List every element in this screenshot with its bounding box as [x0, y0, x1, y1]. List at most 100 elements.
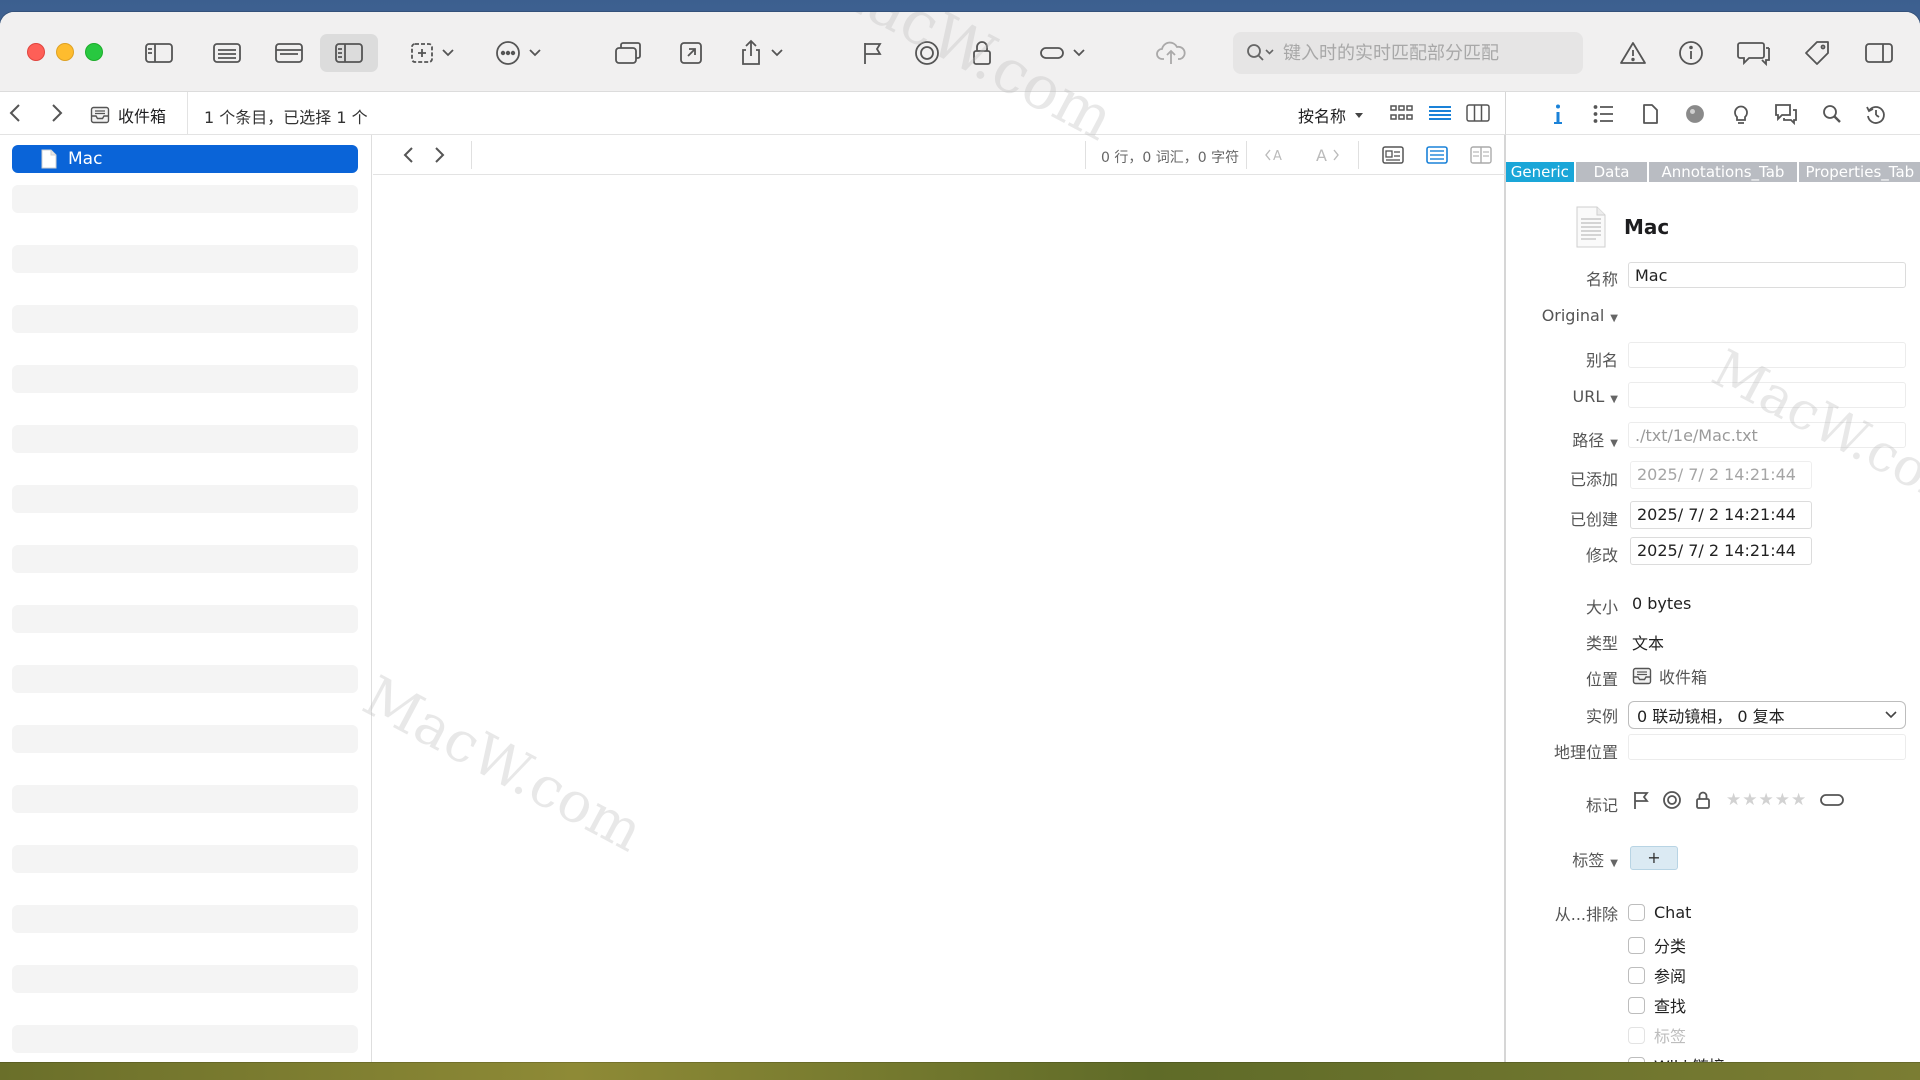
- text-mode-button[interactable]: [1425, 145, 1449, 165]
- name-field[interactable]: [1628, 262, 1906, 288]
- svg-text:A: A: [1316, 146, 1327, 165]
- exclude-option-label: 参阅: [1654, 967, 1687, 986]
- inspector-see-also-tab[interactable]: [1729, 102, 1753, 126]
- decrease-font-button[interactable]: A: [1265, 145, 1289, 165]
- tab-annotations[interactable]: Annotations_Tab: [1649, 162, 1797, 182]
- geo-field[interactable]: [1628, 734, 1906, 760]
- tab-data[interactable]: Data: [1575, 162, 1648, 182]
- checkbox[interactable]: [1628, 1056, 1645, 1062]
- add-tag-button[interactable]: +: [1630, 846, 1678, 870]
- more-actions-button[interactable]: [490, 34, 544, 72]
- preview-mode-button[interactable]: [1381, 145, 1405, 165]
- document-icon: [1643, 104, 1658, 124]
- sidebar-toggle-button[interactable]: [142, 34, 176, 72]
- list-view-button[interactable]: [210, 34, 244, 72]
- new-item-menu-button[interactable]: [404, 34, 458, 72]
- list-item-selected[interactable]: Mac: [12, 145, 358, 173]
- next-document-button[interactable]: [429, 145, 453, 165]
- previous-document-button[interactable]: [399, 145, 423, 165]
- exclude-option[interactable]: 查找: [1628, 993, 1686, 1017]
- checkbox[interactable]: [1628, 904, 1645, 921]
- inspector-concordance-tab[interactable]: [1683, 102, 1707, 126]
- path-label-text: 路径: [1572, 431, 1605, 450]
- exclude-option[interactable]: 分类: [1628, 933, 1686, 957]
- warnings-button[interactable]: [1616, 34, 1650, 72]
- increase-font-button[interactable]: A: [1313, 145, 1339, 165]
- close-window-button[interactable]: [27, 43, 45, 61]
- label-menu-button[interactable]: [1032, 34, 1090, 72]
- url-field[interactable]: [1628, 382, 1906, 408]
- modified-date-field[interactable]: 2025/ 7/ 2 14:21:44: [1630, 537, 1812, 565]
- inspector-toggle-button[interactable]: [1862, 34, 1896, 72]
- tags-label[interactable]: 标签 ▼: [1506, 847, 1618, 871]
- open-window-button[interactable]: [611, 34, 645, 72]
- marks-label: 标记: [1585, 796, 1618, 815]
- alias-field[interactable]: [1628, 342, 1906, 368]
- flag-button[interactable]: [856, 34, 890, 72]
- inspector-document-tab[interactable]: [1638, 102, 1662, 126]
- column-view-mode-button[interactable]: [1464, 102, 1492, 124]
- flag-icon: [864, 43, 882, 64]
- text-larger-icon: A: [1316, 146, 1339, 165]
- forward-button[interactable]: [44, 101, 68, 125]
- cloud-upload-button[interactable]: [1154, 34, 1188, 72]
- location-value[interactable]: 收件箱: [1632, 664, 1707, 688]
- document-editor[interactable]: 0 行，0 词汇，0 字符 A A: [373, 135, 1505, 1062]
- back-button[interactable]: [4, 101, 28, 125]
- chevron-right-icon: [52, 104, 63, 122]
- open-external-button[interactable]: [674, 34, 708, 72]
- split-horizontal-button[interactable]: [272, 34, 306, 72]
- checkbox[interactable]: [1628, 936, 1645, 954]
- inspector-info-tab[interactable]: [1546, 102, 1570, 126]
- chat-button[interactable]: [1734, 34, 1774, 72]
- unread-circle-icon[interactable]: [1662, 790, 1682, 810]
- zoom-window-button[interactable]: [85, 43, 103, 61]
- icon-view-button[interactable]: [1388, 102, 1416, 124]
- lock-icon[interactable]: [1694, 790, 1712, 810]
- exclude-option[interactable]: Chat: [1628, 903, 1691, 922]
- exclude-option[interactable]: Wiki 链接: [1628, 1053, 1725, 1062]
- search-field[interactable]: [1233, 32, 1583, 74]
- checkbox[interactable]: [1628, 966, 1645, 984]
- split-vertical-button[interactable]: [320, 34, 378, 72]
- text-lines-icon: [1426, 146, 1448, 164]
- breadcrumb-label: 收件箱: [118, 107, 167, 126]
- tab-generic[interactable]: Generic: [1506, 162, 1574, 182]
- label-pill-icon[interactable]: [1819, 793, 1845, 807]
- url-label[interactable]: URL ▼: [1506, 387, 1618, 406]
- inspector-search-tab[interactable]: [1820, 102, 1844, 126]
- columns-icon: [1466, 104, 1490, 122]
- breadcrumb[interactable]: 收件箱: [90, 103, 166, 127]
- search-icon: [1823, 105, 1841, 123]
- minimize-window-button[interactable]: [56, 43, 74, 61]
- instances-select[interactable]: 0 联动镜相， 0 复本: [1628, 701, 1906, 729]
- split-mode-button[interactable]: [1469, 145, 1493, 165]
- created-date-field[interactable]: 2025/ 7/ 2 14:21:44: [1630, 501, 1812, 529]
- checkbox[interactable]: [1628, 996, 1645, 1014]
- search-input[interactable]: [1283, 42, 1573, 64]
- original-label[interactable]: Original ▼: [1506, 306, 1618, 325]
- inspector-chat-tab[interactable]: [1773, 102, 1797, 126]
- list-view-mode-button[interactable]: [1426, 102, 1454, 124]
- list-row-empty: [12, 305, 358, 333]
- divider: [1246, 141, 1247, 169]
- tab-properties[interactable]: Properties_Tab: [1798, 162, 1920, 182]
- modified-label: 修改: [1585, 546, 1618, 565]
- exclude-option[interactable]: 参阅: [1628, 963, 1686, 987]
- text-file-icon: [1576, 206, 1606, 248]
- info-button[interactable]: [1674, 34, 1708, 72]
- path-field[interactable]: [1628, 422, 1906, 448]
- lock-button[interactable]: [965, 34, 999, 72]
- flag-icon[interactable]: [1632, 790, 1650, 810]
- share-menu-button[interactable]: [734, 34, 786, 72]
- rating-stars[interactable]: ★★★★★: [1726, 790, 1807, 810]
- inbox-icon: [1632, 667, 1652, 685]
- inspector-history-tab[interactable]: [1864, 102, 1888, 126]
- sort-menu-button[interactable]: 按名称: [1298, 103, 1364, 127]
- inspector-outline-tab[interactable]: [1592, 102, 1616, 126]
- word-count: 0 行，0 词汇，0 字符: [1101, 150, 1240, 166]
- mark-read-button[interactable]: [910, 34, 944, 72]
- tags-button[interactable]: [1800, 34, 1834, 72]
- path-label[interactable]: 路径 ▼: [1506, 427, 1618, 451]
- desktop-background: [0, 1060, 1920, 1080]
